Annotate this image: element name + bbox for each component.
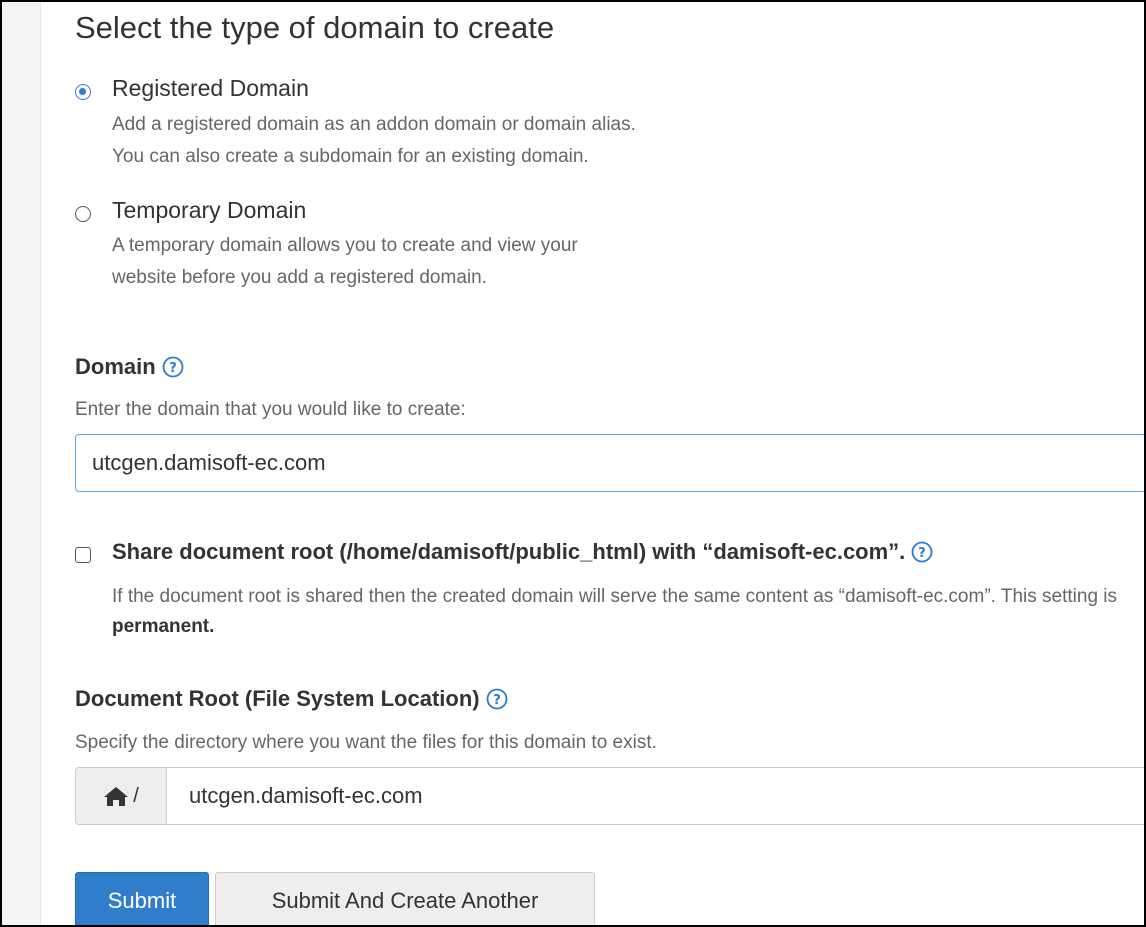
create-domain-form: Select the type of domain to create Regi…	[75, 2, 1144, 925]
document-root-prefix-slash: /	[133, 784, 139, 807]
temporary-domain-label[interactable]: Temporary Domain	[112, 197, 306, 224]
page-title: Select the type of domain to create	[75, 10, 555, 45]
svg-text:?: ?	[919, 546, 927, 561]
submit-and-create-another-button[interactable]: Submit And Create Another	[215, 872, 595, 925]
help-icon[interactable]: ?	[911, 541, 933, 563]
document-root-prefix: /	[76, 768, 167, 824]
domain-help-text: Enter the domain that you would like to …	[75, 399, 466, 420]
domain-input[interactable]	[75, 434, 1144, 492]
temporary-domain-description-line-2: website before you add a registered doma…	[112, 267, 487, 288]
left-rail	[2, 2, 41, 925]
submit-button[interactable]: Submit	[75, 872, 209, 925]
registered-domain-description-line-1: Add a registered domain as an addon doma…	[112, 114, 636, 135]
registered-domain-description-line-2: You can also create a subdomain for an e…	[112, 146, 589, 167]
share-document-root-description: If the document root is shared then the …	[112, 586, 1118, 607]
share-document-root-checkbox[interactable]	[75, 547, 91, 563]
document-root-input[interactable]	[167, 768, 1144, 824]
document-root-field-label: Document Root (File System Location)?	[75, 686, 508, 712]
temporary-domain-description-line-1: A temporary domain allows you to create …	[112, 235, 578, 256]
temporary-domain-radio[interactable]	[75, 206, 91, 222]
share-document-root-permanent: permanent.	[112, 616, 215, 637]
svg-text:?: ?	[169, 361, 177, 376]
page-frame: Select the type of domain to create Regi…	[0, 0, 1146, 927]
registered-domain-label[interactable]: Registered Domain	[112, 75, 309, 102]
domain-label-text: Domain	[75, 354, 156, 379]
help-icon[interactable]: ?	[486, 688, 508, 710]
registered-domain-radio[interactable]	[75, 84, 91, 100]
share-document-root-text[interactable]: Share document root (/home/damisoft/publ…	[112, 539, 905, 564]
document-root-input-group: /	[75, 767, 1144, 825]
document-root-label-text: Document Root (File System Location)	[75, 686, 480, 711]
help-icon[interactable]: ?	[162, 356, 184, 378]
svg-text:?: ?	[493, 693, 501, 708]
document-root-help-text: Specify the directory where you want the…	[75, 732, 657, 753]
share-document-root-label[interactable]: Share document root (/home/damisoft/publ…	[112, 539, 933, 565]
home-icon	[104, 787, 129, 806]
domain-field-label: Domain?	[75, 354, 184, 380]
